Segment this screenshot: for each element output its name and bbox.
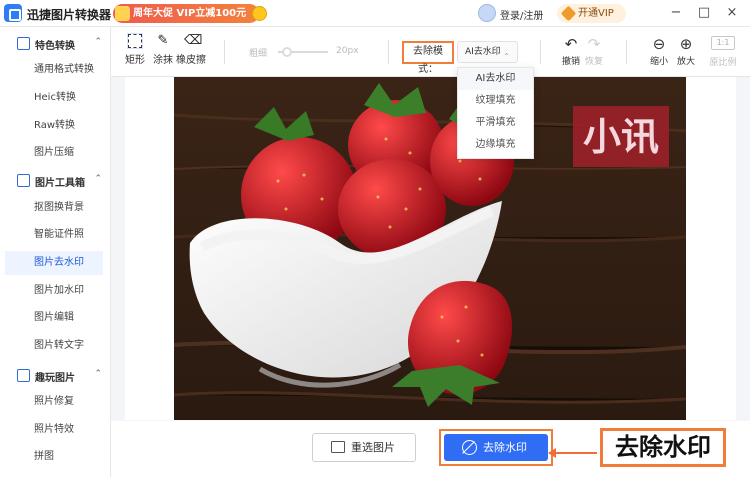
reselect-image-button[interactable]: 重选图片 bbox=[312, 433, 416, 462]
dropdown-option-ai[interactable]: AI去水印 bbox=[458, 68, 533, 90]
coin-icon bbox=[252, 6, 267, 21]
sidebar-group-label: 趣玩图片 bbox=[35, 373, 75, 384]
remove-watermark-button[interactable]: 去除水印 bbox=[444, 434, 548, 461]
zoom-in-button[interactable]: ⊕ 放大 bbox=[672, 36, 700, 72]
eraser-icon: ⌫ bbox=[184, 33, 203, 48]
tool-label: 橡皮擦 bbox=[176, 55, 206, 66]
sidebar-group-label: 图片工具箱 bbox=[35, 178, 85, 189]
sidebar-item-compress[interactable]: 图片压缩 bbox=[5, 141, 103, 165]
sidebar-group-special-convert[interactable]: 特色转换 ⌃ bbox=[0, 31, 111, 55]
rectangle-select-icon bbox=[127, 33, 143, 49]
sidebar-item-image-to-text[interactable]: 图片转文字 bbox=[5, 334, 103, 358]
rectangle-tool[interactable]: 矩形 bbox=[120, 33, 150, 72]
promo-text: 周年大促 VIP立减100元 bbox=[133, 8, 247, 19]
sidebar-group-fun-images[interactable]: 趣玩图片 ⌃ bbox=[0, 363, 111, 387]
callout-arrow-icon bbox=[548, 448, 597, 458]
remove-mode-select[interactable]: AI去水印 ⌃ bbox=[457, 41, 518, 63]
watermark-text: 小讯 bbox=[582, 115, 659, 159]
gift-icon bbox=[115, 6, 130, 21]
sidebar-item-cutout[interactable]: 抠图换背景 bbox=[5, 196, 103, 220]
image-canvas[interactable]: 小讯 bbox=[125, 77, 736, 420]
ratio-icon: 1:1 bbox=[711, 36, 735, 50]
zoom-in-icon: ⊕ bbox=[679, 35, 693, 53]
user-avatar-icon[interactable] bbox=[478, 4, 496, 22]
remove-watermark-icon bbox=[462, 440, 477, 455]
slider-handle[interactable] bbox=[282, 47, 292, 57]
sidebar-item-photo-effects[interactable]: 照片特效 bbox=[5, 418, 103, 442]
strawberry-photo[interactable]: 小讯 bbox=[174, 77, 686, 420]
zoom-out-button[interactable]: ⊖ 缩小 bbox=[645, 36, 673, 72]
tool-label: 矩形 bbox=[125, 55, 145, 66]
toolbar-separator bbox=[540, 40, 541, 64]
original-ratio-label: 原比例 bbox=[709, 58, 737, 68]
brush-tool[interactable]: ✎ 涂抹 bbox=[148, 34, 178, 72]
main-area: 矩形 ✎ 涂抹 ⌫ 橡皮擦 粗细 20px 去除模式： AI去水印 ⌃ ↶ 撤销… bbox=[111, 27, 750, 477]
sidebar-item-heic-convert[interactable]: Heic转换 bbox=[5, 86, 103, 110]
app-logo-icon bbox=[4, 4, 22, 22]
sidebar-group-toolbox[interactable]: 图片工具箱 ⌃ bbox=[0, 168, 111, 192]
zoom-out-label: 缩小 bbox=[649, 57, 668, 67]
login-register-link[interactable]: 登录/注册 bbox=[500, 7, 543, 22]
zoom-in-label: 放大 bbox=[676, 57, 695, 67]
toolbar: 矩形 ✎ 涂抹 ⌫ 橡皮擦 粗细 20px 去除模式： AI去水印 ⌃ ↶ 撤销… bbox=[111, 27, 750, 77]
image-icon bbox=[331, 441, 345, 453]
remove-watermark-callout: 去除水印 bbox=[600, 428, 726, 467]
sidebar-item-photo-restore[interactable]: 照片修复 bbox=[5, 390, 103, 414]
tool-label: 涂抹 bbox=[153, 55, 173, 66]
eraser-tool[interactable]: ⌫ 橡皮擦 bbox=[176, 34, 206, 72]
sidebar-group-label: 特色转换 bbox=[35, 41, 75, 52]
sidebar-item-image-edit[interactable]: 图片编辑 bbox=[5, 306, 103, 330]
sidebar-item-raw-convert[interactable]: Raw转换 bbox=[5, 114, 103, 138]
open-vip-label: 开通VIP bbox=[578, 8, 614, 19]
sidebar: 特色转换 ⌃ 通用格式转换 Heic转换 Raw转换 图片压缩 图片工具箱 ⌃ … bbox=[0, 27, 111, 477]
promo-banner[interactable]: 周年大促 VIP立减100元 bbox=[113, 4, 267, 23]
dropdown-option-smooth[interactable]: 平滑填充 bbox=[458, 112, 533, 134]
minimize-button[interactable]: − bbox=[666, 3, 686, 23]
brush-icon: ✎ bbox=[157, 33, 169, 48]
redo-icon: ↷ bbox=[587, 35, 601, 53]
remove-watermark-highlight: 去除水印 bbox=[439, 429, 553, 466]
remove-mode-dropdown: AI去水印 纹理填充 平滑填充 边缘填充 bbox=[457, 67, 534, 159]
chevron-up-icon: ⌃ bbox=[94, 369, 102, 379]
toolbar-separator bbox=[626, 40, 627, 64]
sidebar-item-format-convert[interactable]: 通用格式转换 bbox=[5, 58, 103, 82]
chevron-up-icon: ⌃ bbox=[94, 37, 102, 47]
chevron-up-icon: ⌃ bbox=[503, 52, 510, 61]
sidebar-item-add-watermark[interactable]: 图片加水印 bbox=[5, 279, 103, 303]
thickness-slider[interactable] bbox=[278, 47, 328, 57]
close-button[interactable]: × bbox=[722, 3, 742, 23]
toolbox-group-icon bbox=[17, 174, 30, 187]
open-vip-button[interactable]: 开通VIP bbox=[557, 4, 626, 23]
fun-images-group-icon bbox=[17, 369, 30, 382]
original-ratio-button[interactable]: 1:1 原比例 bbox=[708, 36, 738, 72]
dropdown-option-edge[interactable]: 边缘填充 bbox=[458, 134, 533, 156]
redo-label: 恢复 bbox=[584, 57, 603, 67]
maximize-button[interactable]: □ bbox=[694, 3, 714, 23]
sidebar-item-remove-watermark[interactable]: 图片去水印 bbox=[5, 251, 103, 275]
remove-mode-label: 去除模式： bbox=[402, 41, 454, 75]
toolbar-separator bbox=[224, 40, 225, 64]
redo-button[interactable]: ↷ 恢复 bbox=[580, 36, 608, 72]
diamond-icon bbox=[560, 5, 577, 22]
convert-group-icon bbox=[17, 37, 30, 50]
undo-label: 撤销 bbox=[561, 57, 580, 67]
remove-watermark-label: 去除水印 bbox=[483, 441, 527, 454]
title-bar: 迅捷图片转换器 周年大促 VIP立减100元 登录/注册 开通VIP − □ × bbox=[0, 0, 750, 27]
sidebar-item-collage[interactable]: 拼图 bbox=[5, 445, 103, 469]
dropdown-option-texture[interactable]: 纹理填充 bbox=[458, 90, 533, 112]
sidebar-item-id-photo[interactable]: 智能证件照 bbox=[5, 223, 103, 247]
remove-mode-value: AI去水印 bbox=[465, 47, 501, 57]
reselect-label: 重选图片 bbox=[351, 441, 395, 454]
chevron-up-icon: ⌃ bbox=[94, 174, 102, 184]
toolbar-separator bbox=[388, 40, 389, 64]
zoom-out-icon: ⊖ bbox=[652, 35, 666, 53]
thickness-label: 粗细 bbox=[249, 49, 268, 59]
thickness-value: 20px bbox=[336, 46, 359, 56]
app-title: 迅捷图片转换器 bbox=[27, 8, 112, 22]
